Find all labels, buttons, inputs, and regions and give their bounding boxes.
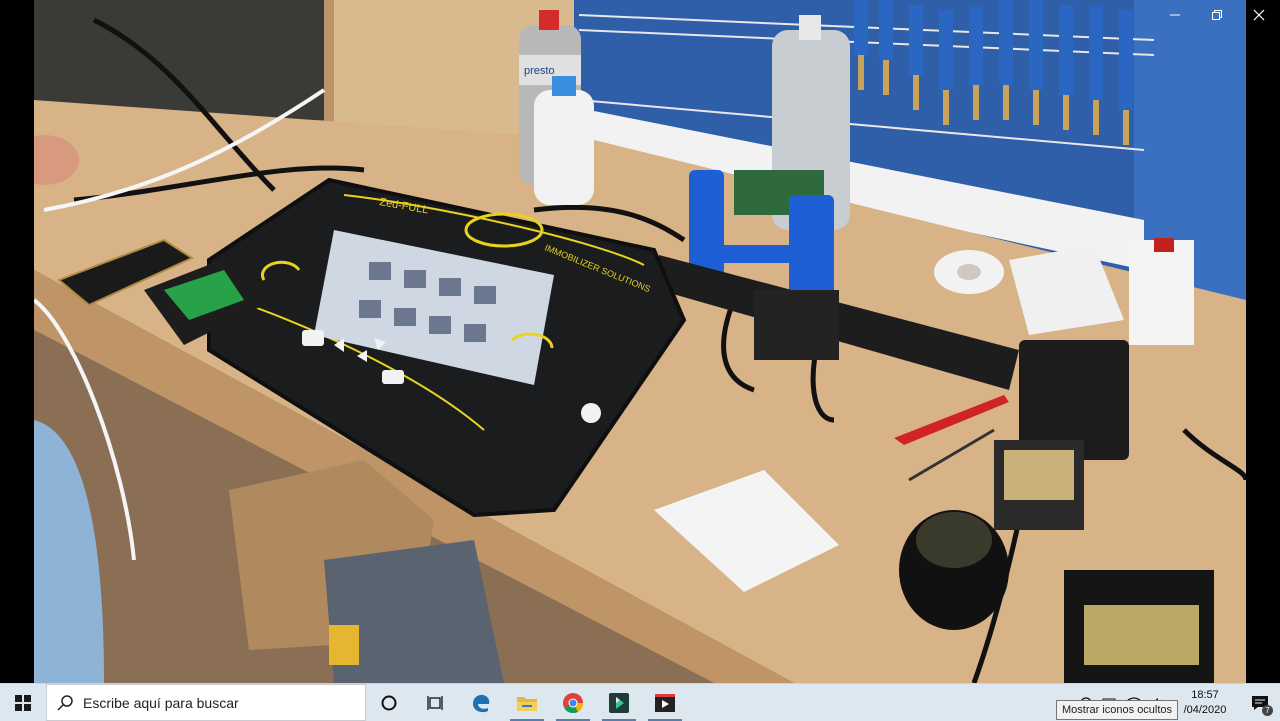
chrome-icon [563, 692, 584, 713]
hidden-icons-tooltip: Mostrar iconos ocultos [1056, 700, 1179, 720]
clock[interactable]: 18:57 /04/2020 [1170, 688, 1240, 718]
cortana-icon [381, 695, 397, 710]
task-view-icon [427, 695, 443, 710]
cortana-button[interactable] [366, 684, 412, 721]
notification-count: 7 [1262, 705, 1273, 716]
search-placeholder: Escribe aquí para buscar [83, 694, 239, 711]
window-controls [1154, 0, 1280, 30]
maximize-button[interactable] [1196, 0, 1238, 30]
media-player-button[interactable] [596, 684, 642, 721]
media-player-icon [609, 692, 629, 713]
action-center-button[interactable]: 7 [1240, 684, 1280, 721]
clock-date: /04/2020 [1183, 703, 1227, 716]
minimize-icon [1170, 14, 1180, 16]
minimize-button[interactable] [1154, 0, 1196, 30]
chrome-button[interactable] [550, 684, 596, 721]
file-explorer-icon [517, 696, 537, 711]
maximize-icon [1212, 10, 1222, 20]
windows-logo-icon [15, 694, 31, 711]
file-explorer-button[interactable] [504, 684, 550, 721]
can-label: presto [524, 65, 555, 77]
clock-time: 18:57 [1191, 688, 1219, 701]
video-frame: presto Zed-FULL IMMOBILIZER SOLUTIONS [34, 0, 1246, 683]
start-button[interactable] [0, 684, 46, 721]
video-editor-button[interactable] [642, 684, 688, 721]
video-editor-icon [655, 693, 675, 712]
search-icon [57, 694, 73, 711]
search-box[interactable]: Escribe aquí para buscar [46, 684, 366, 721]
edge-button[interactable] [458, 684, 504, 721]
task-view-button[interactable] [412, 684, 458, 721]
close-button[interactable] [1238, 0, 1280, 30]
close-icon [1253, 9, 1265, 21]
edge-icon [473, 694, 490, 712]
